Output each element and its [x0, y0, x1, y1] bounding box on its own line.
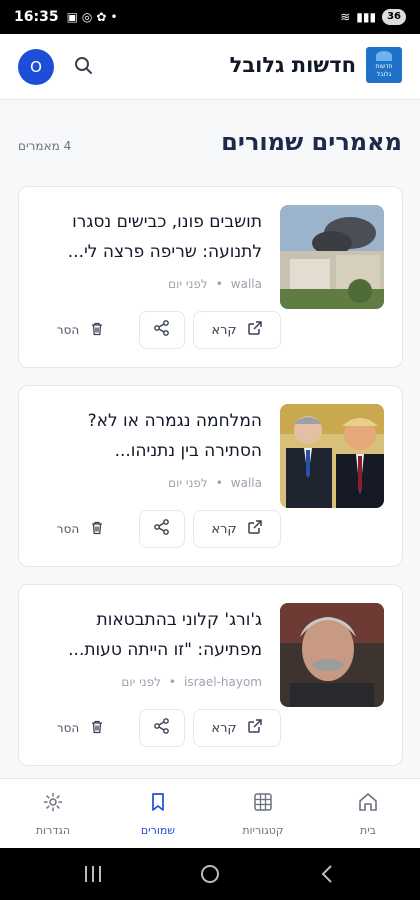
logo-line2: גלובל [376, 71, 392, 78]
home-icon [357, 791, 379, 816]
headline-line-2: מפתיעה: "זו הייתה טעות... [68, 640, 262, 660]
headline-line-2: לתנועה: שריפה פרצה לי... [67, 242, 262, 262]
article-thumbnail[interactable] [280, 404, 384, 508]
gear-icon [42, 791, 64, 816]
article-count: 4 מאמרים [18, 139, 72, 153]
external-link-icon [247, 718, 263, 738]
status-bar: 16:35 ▣ ◎ ✿ • ≋ ▮▮▮ 36 [0, 0, 420, 34]
article-meta: walla • לפני יום [168, 476, 262, 490]
remove-label: הסר [56, 522, 80, 536]
article-time: לפני יום [168, 476, 208, 490]
battery-icon: 36 [382, 9, 406, 25]
notification-icon: ▣ [66, 10, 78, 24]
article-meta: israel-hayom • לפני יום [121, 675, 262, 689]
read-button[interactable]: קרא [193, 311, 281, 349]
trash-icon [89, 321, 105, 340]
share-icon [153, 717, 171, 739]
article-headline[interactable]: המלחמה נגמרה או לא? הסתירה בין נתניהו... [30, 406, 262, 466]
remove-button[interactable]: הסר [41, 311, 121, 349]
app-header: O חדשות גלובל חדשות גלובל [0, 34, 420, 100]
nav-settings-label: הגדרות [35, 824, 71, 837]
dot-icon: • [110, 10, 118, 24]
bookmark-icon [147, 791, 169, 816]
read-button[interactable]: קרא [193, 510, 281, 548]
share-button[interactable] [139, 709, 185, 747]
system-icons: ≋ ▮▮▮ 36 [340, 9, 406, 25]
article-source: walla [230, 277, 262, 291]
brand-title: חדשות גלובל [229, 53, 356, 77]
logo-line1: חדשות [375, 63, 393, 70]
meta-separator: • [215, 476, 223, 490]
article-card[interactable]: המלחמה נגמרה או לא? הסתירה בין נתניהו...… [18, 385, 403, 567]
article-headline[interactable]: תושבים פונו, כבישים נסגרו לתנועה: שריפה … [30, 207, 262, 267]
nav-home-label: בית [359, 824, 377, 837]
external-link-icon [247, 320, 263, 340]
meta-separator: • [215, 277, 223, 291]
article-time: לפני יום [168, 277, 208, 291]
external-link-icon [247, 519, 263, 539]
read-label: קרא [211, 322, 237, 338]
globe-icon [376, 51, 392, 61]
article-card[interactable]: תושבים פונו, כבישים נסגרו לתנועה: שריפה … [18, 186, 403, 368]
remove-label: הסר [56, 721, 80, 735]
share-icon [153, 319, 171, 341]
article-source: israel-hayom [183, 675, 262, 689]
notification-icons: ▣ ◎ ✿ • [67, 10, 118, 24]
recents-icon[interactable] [82, 864, 104, 888]
nav-home[interactable]: בית [333, 791, 403, 837]
app-icon: ✿ [96, 10, 107, 24]
nav-saved-label: שמורים [140, 824, 176, 837]
article-source: walla [230, 476, 262, 490]
read-label: קרא [211, 720, 237, 736]
whatsapp-icon: ◎ [81, 10, 93, 24]
share-icon [153, 518, 171, 540]
nav-settings[interactable]: הגדרות [18, 791, 88, 837]
nav-categories[interactable]: קטגוריות [228, 791, 298, 837]
trash-icon [89, 719, 105, 738]
article-thumbnail[interactable] [280, 603, 384, 707]
back-icon[interactable] [318, 863, 336, 889]
nav-categories-label: קטגוריות [242, 824, 284, 837]
nav-saved[interactable]: שמורים [123, 791, 193, 837]
trash-icon [89, 520, 105, 539]
article-time: לפני יום [121, 675, 161, 689]
grid-icon [252, 791, 274, 816]
headline-line-2: הסתירה בין נתניהו... [114, 441, 262, 461]
headline-line-1: המלחמה נגמרה או לא? [87, 411, 262, 431]
remove-button[interactable]: הסר [41, 709, 121, 747]
article-card[interactable]: ג'ורג' קלוני בהתבטאות מפתיעה: "זו הייתה … [18, 584, 403, 766]
brand[interactable]: חדשות גלובל חדשות גלובל [230, 47, 402, 83]
search-icon[interactable] [72, 54, 96, 78]
page-title: מאמרים שמורים [221, 128, 402, 156]
wifi-icon: ≋ [340, 10, 351, 24]
share-button[interactable] [139, 510, 185, 548]
read-label: קרא [211, 521, 237, 537]
brand-logo: חדשות גלובל [366, 47, 402, 83]
remove-label: הסר [56, 323, 80, 337]
article-meta: walla • לפני יום [168, 277, 262, 291]
article-actions: קרא הסר [37, 311, 281, 351]
meta-separator: • [168, 675, 176, 689]
signal-icon: ▮▮▮ [356, 10, 377, 24]
system-nav-bar [0, 848, 420, 900]
home-button-icon[interactable] [199, 863, 221, 889]
status-time: 16:35 [14, 9, 59, 25]
headline-line-1: ג'ורג' קלוני בהתבטאות [96, 610, 262, 630]
article-headline[interactable]: ג'ורג' קלוני בהתבטאות מפתיעה: "זו הייתה … [30, 605, 262, 665]
read-button[interactable]: קרא [193, 709, 281, 747]
article-actions: קרא הסר [37, 709, 281, 749]
share-button[interactable] [139, 311, 185, 349]
remove-button[interactable]: הסר [41, 510, 121, 548]
bottom-nav: בית קטגוריות שמורים הגדרות [0, 778, 420, 848]
avatar[interactable]: O [18, 49, 54, 85]
article-thumbnail[interactable] [280, 205, 384, 309]
article-actions: קרא הסר [37, 510, 281, 550]
headline-line-1: תושבים פונו, כבישים נסגרו [72, 212, 262, 232]
